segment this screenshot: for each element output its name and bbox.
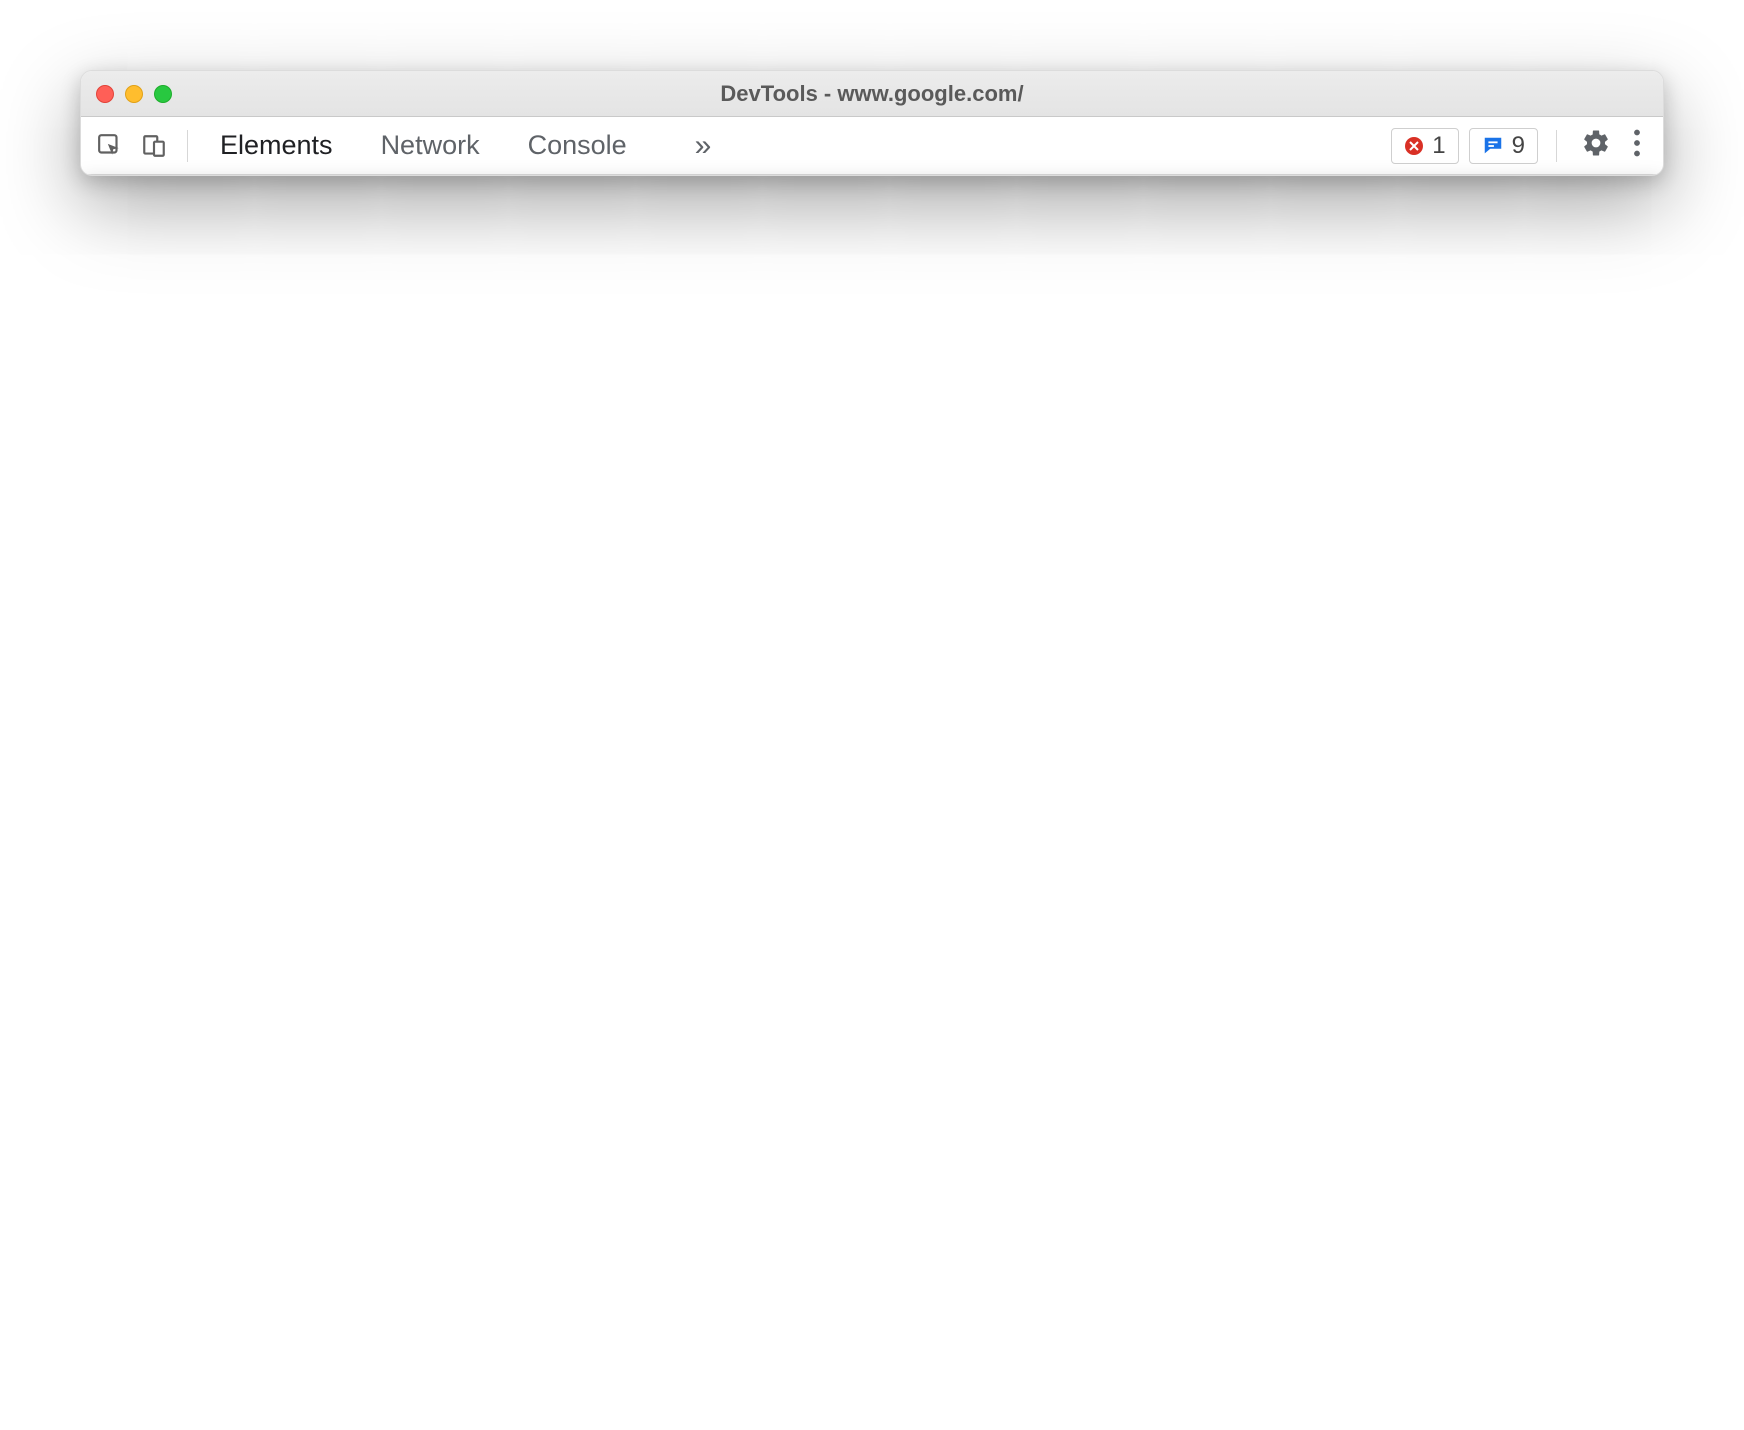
window-titlebar: DevTools - www.google.com/ bbox=[81, 71, 1663, 117]
tab-network[interactable]: Network bbox=[377, 118, 484, 173]
panel-tabs: Elements Network Console » bbox=[216, 118, 711, 173]
toolbar-separator bbox=[187, 130, 188, 162]
errors-counter[interactable]: 1 bbox=[1391, 128, 1458, 164]
toolbar-separator-2 bbox=[1556, 130, 1557, 162]
traffic-lights bbox=[96, 85, 172, 103]
device-toolbar-icon[interactable] bbox=[135, 127, 173, 165]
inspect-element-icon[interactable] bbox=[91, 127, 129, 165]
issues-counter[interactable]: 9 bbox=[1469, 128, 1538, 164]
minimize-window-button[interactable] bbox=[125, 85, 143, 103]
close-window-button[interactable] bbox=[96, 85, 114, 103]
errors-count: 1 bbox=[1432, 132, 1445, 160]
maximize-window-button[interactable] bbox=[154, 85, 172, 103]
more-tabs-icon[interactable]: » bbox=[695, 129, 712, 163]
kebab-menu-icon[interactable] bbox=[1627, 123, 1647, 168]
command-menu: Run >ope Search box Type '?' to see avai… bbox=[81, 175, 1663, 176]
tab-console[interactable]: Console bbox=[524, 118, 631, 173]
command-search-row[interactable]: Run >ope Search box bbox=[81, 175, 1663, 176]
devtools-window: DevTools - www.google.com/ Elements Netw… bbox=[80, 70, 1664, 176]
issues-count: 9 bbox=[1512, 132, 1525, 160]
window-title: DevTools - www.google.com/ bbox=[720, 81, 1023, 107]
tab-elements[interactable]: Elements bbox=[216, 118, 337, 173]
settings-icon[interactable] bbox=[1575, 122, 1617, 169]
devtools-toolbar: Elements Network Console » 1 9 bbox=[81, 117, 1663, 175]
